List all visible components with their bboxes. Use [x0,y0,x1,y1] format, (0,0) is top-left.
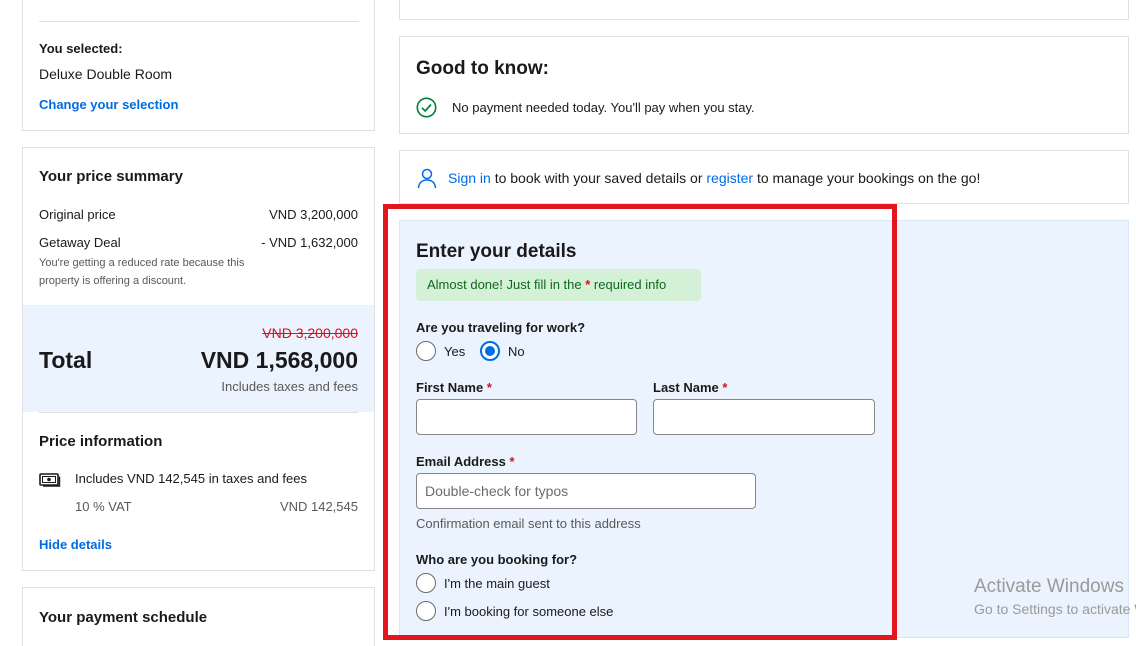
signin-text-2: to manage your bookings on the go! [753,170,981,186]
change-selection-link[interactable]: Change your selection [39,97,178,112]
watermark-subtitle: Go to Settings to activate Windows. [974,601,1136,617]
signin-banner: Sign in to book with your saved details … [399,150,1129,204]
getaway-deal-note: You're getting a reduced rate because th… [39,257,245,287]
price-info-title: Price information [39,433,163,450]
register-link[interactable]: register [706,170,753,186]
hide-details-link[interactable]: Hide details [39,537,112,552]
top-info-card [399,0,1129,20]
getaway-deal-label: Getaway Deal [39,235,121,250]
check-circle-icon [416,97,437,118]
taxes-fees-text: Includes VND 142,545 in taxes and fees [75,471,307,486]
signin-text-1: to book with your saved details or [490,170,707,186]
original-price-value: VND 3,200,000 [269,207,358,222]
selected-room-name: Deluxe Double Room [39,66,173,82]
sign-in-link[interactable]: Sign in [448,170,491,186]
getaway-deal-value: - VND 1,632,000 [261,235,358,250]
signin-banner-text: Sign in to book with your saved details … [448,170,980,186]
total-value: VND 1,568,000 [200,347,358,373]
total-section: VND 3,200,000 Total VND 1,568,000 Includ… [23,305,374,412]
vat-label: 10 % VAT [75,499,132,514]
payment-schedule-card: Your payment schedule [22,587,375,646]
vat-value: VND 142,545 [279,499,358,514]
total-divider [39,412,358,413]
highlight-box [383,204,897,640]
no-payment-text: No payment needed today. You'll pay when… [452,100,755,115]
money-icon [39,473,61,487]
total-label: Total [39,347,93,373]
price-summary-title: Your price summary [39,168,183,185]
total-original-strike: VND 3,200,000 [262,325,358,341]
selection-heading: You selected: [39,41,123,56]
good-to-know-title: Good to know: [416,58,549,79]
good-to-know-card: Good to know: No payment needed today. Y… [399,36,1129,134]
original-price-label: Original price [39,207,116,222]
price-summary-card: Your price summary Original price VND 3,… [22,147,375,571]
selection-card: You selected: Deluxe Double Room Change … [22,0,375,131]
user-icon [416,167,438,189]
selection-divider [39,21,359,22]
total-note: Includes taxes and fees [221,379,358,394]
watermark-title: Activate Windows [974,576,1124,597]
payment-schedule-title: Your payment schedule [39,609,208,626]
